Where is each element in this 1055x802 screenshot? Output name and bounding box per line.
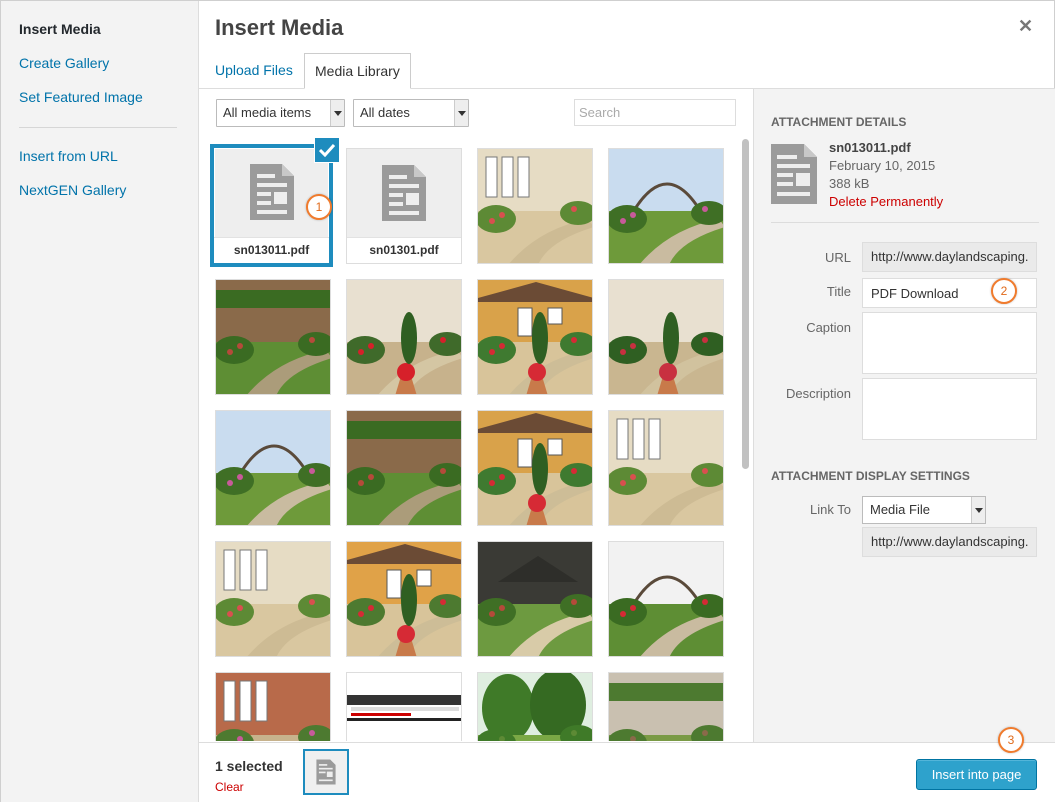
callout-badge: 3 xyxy=(998,727,1024,753)
media-sidebar: Insert Media Create Gallery Set Featured… xyxy=(1,1,199,802)
garden-photo-image xyxy=(347,542,461,656)
garden-photo-image xyxy=(347,673,461,741)
sidebar-item-insert-from-url[interactable]: Insert from URL xyxy=(19,148,118,164)
attachment-details-heading: ATTACHMENT DETAILS xyxy=(771,115,907,129)
callout-badge: 2 xyxy=(991,278,1017,304)
description-field[interactable] xyxy=(862,378,1037,440)
media-item-photo[interactable] xyxy=(477,410,593,526)
garden-photo-image xyxy=(478,673,592,741)
attachment-filename: sn013011.pdf xyxy=(829,140,911,155)
attachment-details-panel: ATTACHMENT DETAILS sn013011.pdf February… xyxy=(753,89,1055,742)
chevron-down-icon xyxy=(454,100,468,126)
garden-photo-image xyxy=(609,673,723,741)
media-item-photo[interactable] xyxy=(215,279,331,395)
attachment-date: February 10, 2015 xyxy=(829,158,936,173)
garden-photo-image xyxy=(216,542,330,656)
chevron-down-icon xyxy=(330,100,344,126)
garden-photo-image xyxy=(216,673,330,741)
media-grid: sn013011.pdf sn01301.pdf xyxy=(199,136,739,741)
search-input[interactable] xyxy=(574,99,736,126)
media-item-photo[interactable] xyxy=(215,541,331,657)
garden-photo-image xyxy=(609,542,723,656)
title-label: Title xyxy=(826,284,851,299)
garden-photo-image xyxy=(347,280,461,394)
media-item-pdf[interactable]: sn01301.pdf xyxy=(346,148,462,264)
garden-photo-image xyxy=(609,280,723,394)
callout-badge: 1 xyxy=(306,194,332,220)
display-settings-heading: ATTACHMENT DISPLAY SETTINGS xyxy=(771,469,970,483)
media-item-photo[interactable] xyxy=(215,672,331,741)
document-icon xyxy=(316,759,336,785)
garden-photo-image xyxy=(216,411,330,525)
garden-photo-image xyxy=(347,411,461,525)
modal-title: Insert Media xyxy=(215,15,344,40)
attachment-size: 388 kB xyxy=(829,176,870,191)
media-item-photo[interactable] xyxy=(608,279,724,395)
sidebar-item-create-gallery[interactable]: Create Gallery xyxy=(19,55,109,71)
url-field[interactable]: http://www.daylandscaping. xyxy=(862,242,1037,272)
media-item-photo[interactable] xyxy=(346,541,462,657)
garden-photo-image xyxy=(478,149,592,263)
garden-photo-image xyxy=(609,149,723,263)
garden-photo-image xyxy=(478,280,592,394)
garden-photo-image xyxy=(478,542,592,656)
caption-label: Caption xyxy=(806,320,851,335)
caption-field[interactable] xyxy=(862,312,1037,374)
media-item-photo[interactable] xyxy=(477,279,593,395)
media-item-photo[interactable] xyxy=(608,541,724,657)
garden-photo-image xyxy=(609,411,723,525)
sidebar-item-set-featured-image[interactable]: Set Featured Image xyxy=(19,89,143,105)
description-label: Description xyxy=(785,386,851,401)
sidebar-item-nextgen-gallery[interactable]: NextGEN Gallery xyxy=(19,182,126,198)
media-item-photo[interactable] xyxy=(477,148,593,264)
link-to-select[interactable]: Media File xyxy=(862,496,986,524)
media-type-filter-value: All media items xyxy=(223,105,312,120)
document-icon xyxy=(382,165,426,221)
document-icon xyxy=(771,144,817,204)
delete-permanently-link[interactable]: Delete Permanently xyxy=(829,194,943,209)
grid-scrollbar-thumb[interactable] xyxy=(742,139,749,469)
link-to-value: Media File xyxy=(870,502,930,517)
chevron-down-icon xyxy=(971,497,985,523)
media-item-photo[interactable] xyxy=(346,279,462,395)
selected-check-icon[interactable] xyxy=(314,137,340,163)
garden-photo-image xyxy=(478,411,592,525)
media-item-photo[interactable] xyxy=(477,672,593,741)
link-to-label: Link To xyxy=(810,502,851,517)
clear-selection-link[interactable]: Clear xyxy=(215,780,244,794)
tab-upload-files[interactable]: Upload Files xyxy=(205,53,303,89)
media-item-filename: sn01301.pdf xyxy=(347,237,461,263)
sidebar-divider xyxy=(19,127,177,128)
media-toolbar: 1 selected Clear Insert into page xyxy=(199,742,1055,802)
close-icon[interactable]: ✕ xyxy=(1018,16,1033,37)
garden-photo-image xyxy=(216,280,330,394)
media-item-photo[interactable] xyxy=(346,410,462,526)
sidebar-item-insert-media[interactable]: Insert Media xyxy=(19,21,101,37)
date-filter-value: All dates xyxy=(360,105,410,120)
media-item-photo[interactable] xyxy=(608,672,724,741)
media-type-filter[interactable]: All media items xyxy=(216,99,345,127)
insert-into-page-button[interactable]: Insert into page xyxy=(916,759,1037,790)
media-item-photo[interactable] xyxy=(346,672,462,741)
media-modal: Insert Media Create Gallery Set Featured… xyxy=(0,0,1055,802)
selection-thumbnail[interactable] xyxy=(303,749,349,795)
media-item-photo[interactable] xyxy=(608,410,724,526)
selection-count: 1 selected xyxy=(215,758,283,774)
media-item-photo[interactable] xyxy=(215,410,331,526)
media-item-photo[interactable] xyxy=(477,541,593,657)
media-item-photo[interactable] xyxy=(608,148,724,264)
link-url-field[interactable]: http://www.daylandscaping. xyxy=(862,527,1037,557)
date-filter[interactable]: All dates xyxy=(353,99,469,127)
details-divider xyxy=(771,222,1039,223)
tab-media-library[interactable]: Media Library xyxy=(304,53,411,89)
url-label: URL xyxy=(824,250,851,265)
media-item-filename: sn013011.pdf xyxy=(214,237,329,263)
document-icon xyxy=(249,164,294,220)
